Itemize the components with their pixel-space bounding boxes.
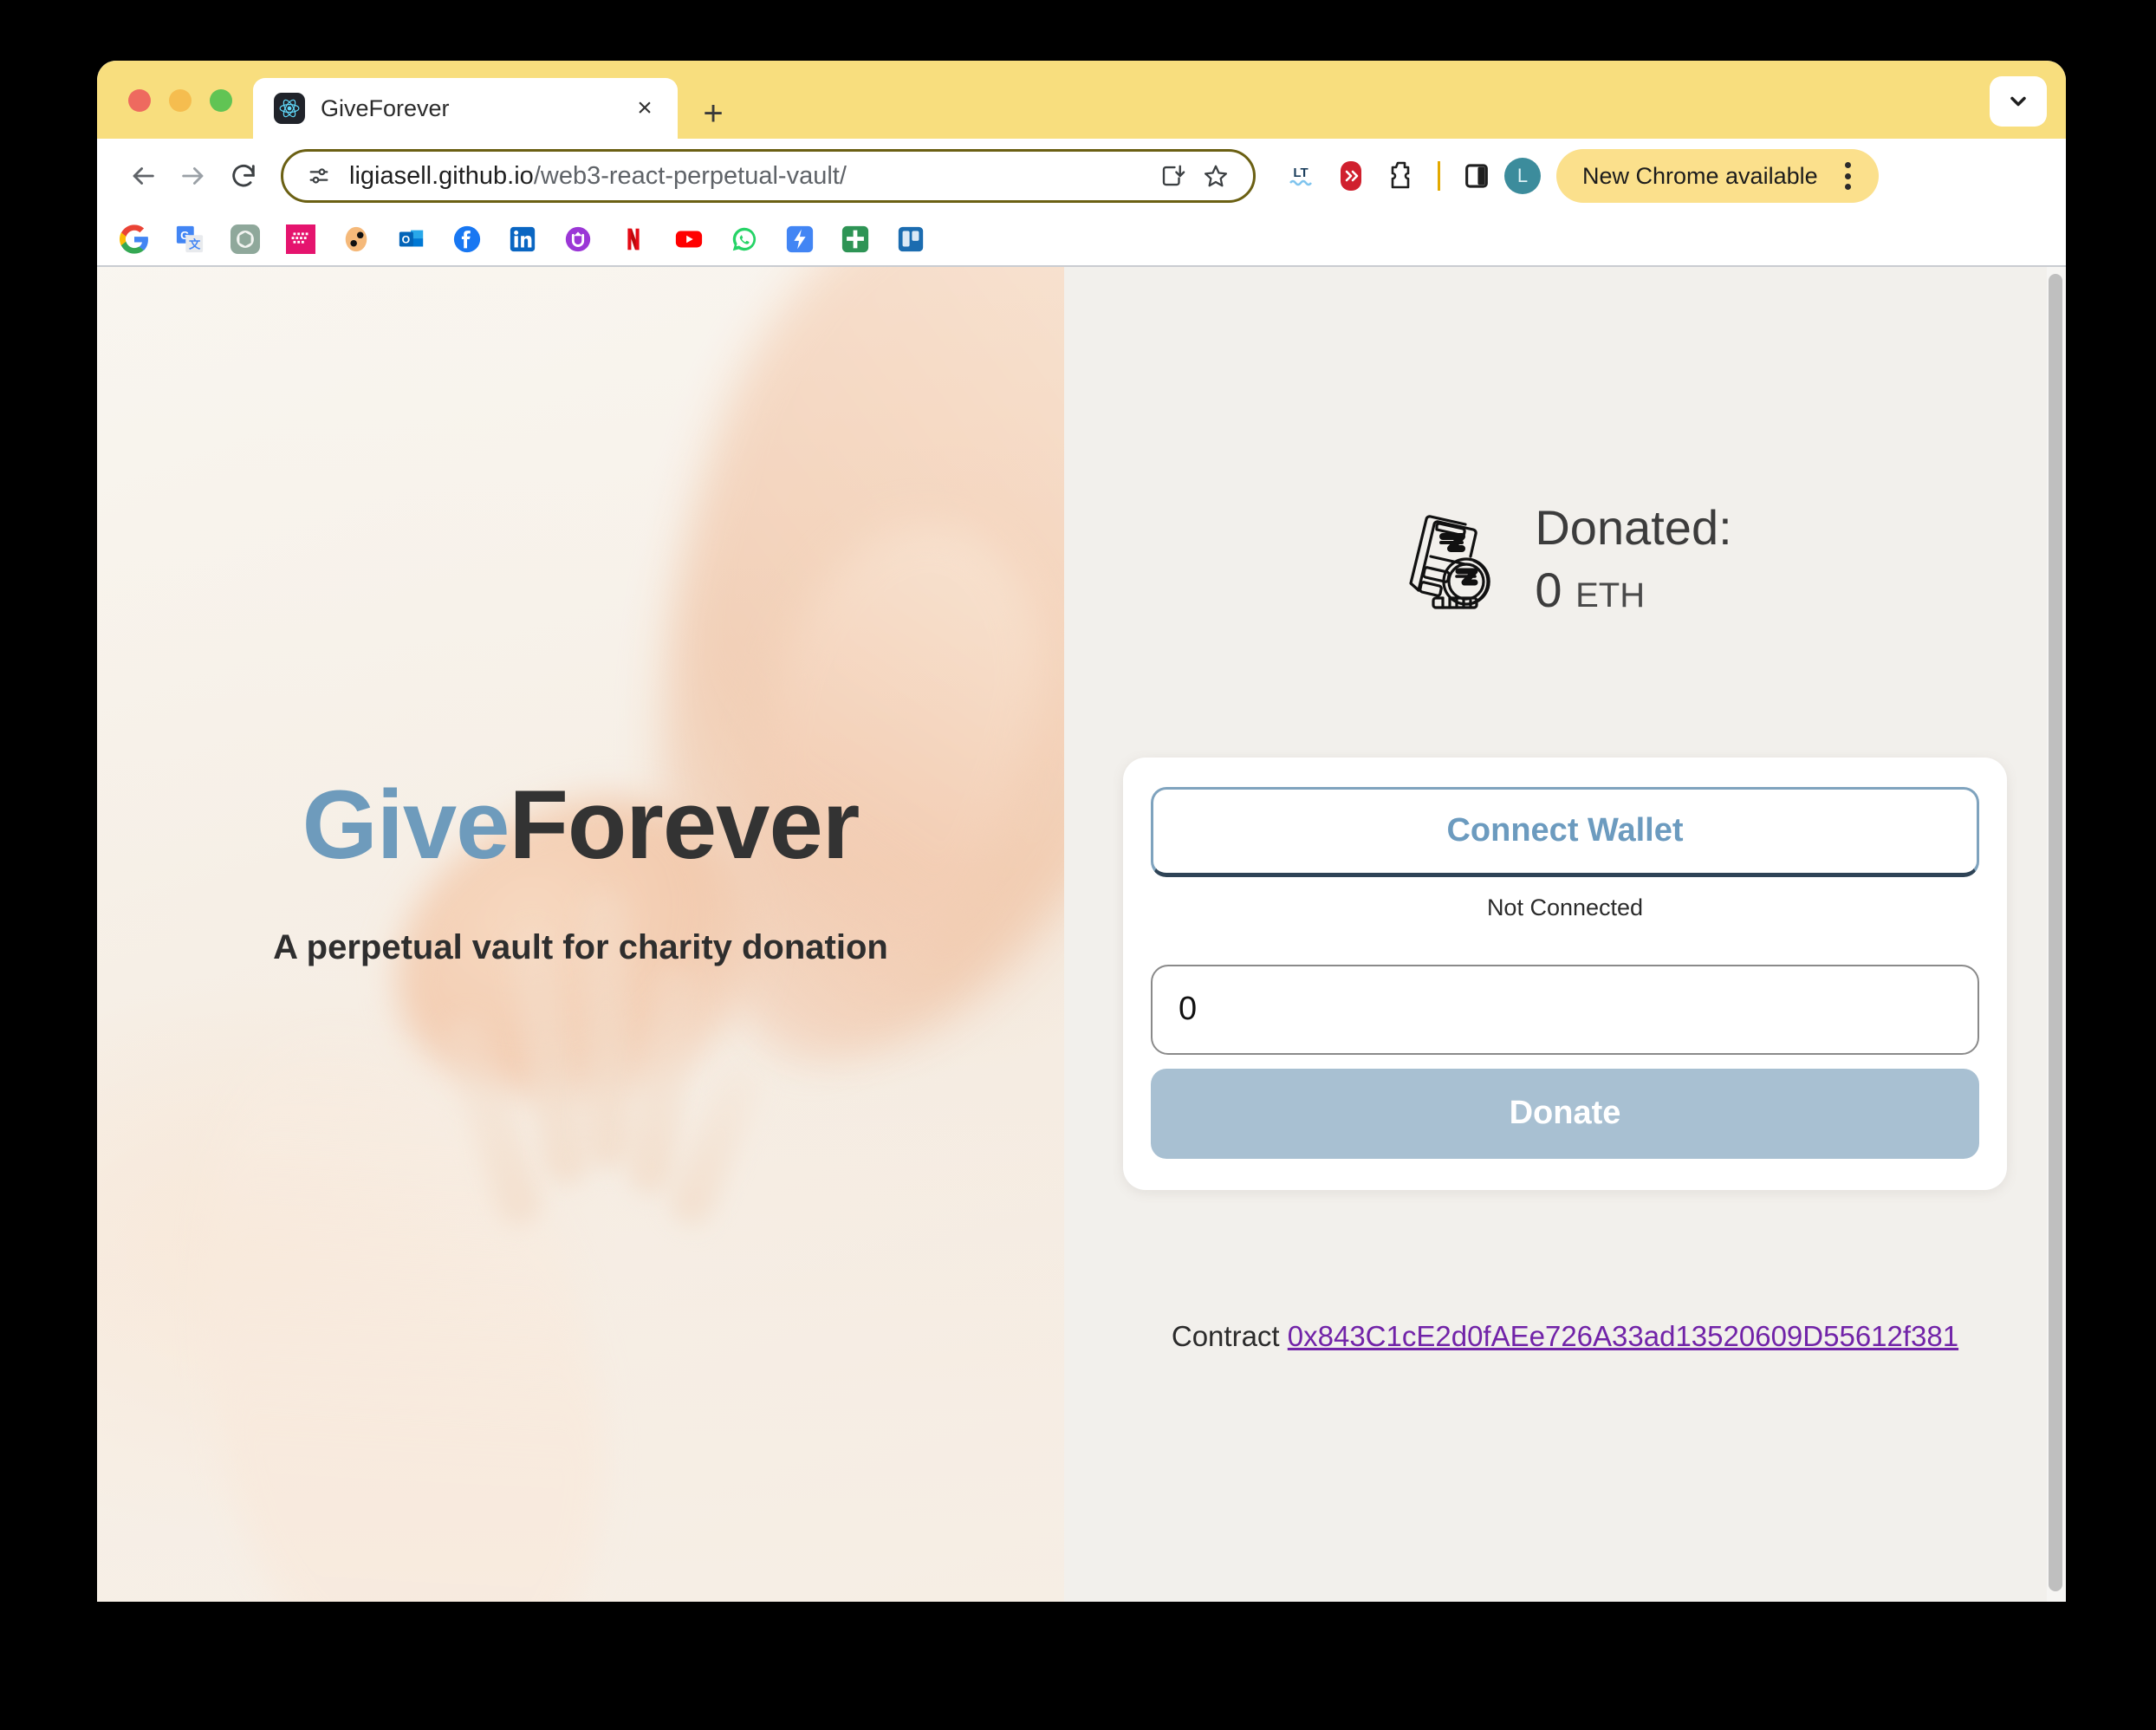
- url-text: ligiasell.github.io/web3-react-perpetual…: [349, 162, 1151, 191]
- brand-give: Give: [302, 771, 510, 879]
- orange-dots-bookmark[interactable]: [336, 219, 376, 259]
- bookmarks-bar: G 文 O: [97, 213, 2066, 267]
- donated-amount: 0 ETH: [1535, 561, 1731, 619]
- svg-text:LT: LT: [1293, 166, 1308, 180]
- blue-bolt-bookmark[interactable]: [780, 219, 820, 259]
- contract-address-link[interactable]: 0x843C1cE2d0fAEe726A33ad13520609D55612f3…: [1288, 1320, 1958, 1352]
- coin-stack-icon: [1398, 507, 1503, 613]
- page-tagline: A perpetual vault for charity donation: [273, 927, 888, 966]
- side-panel-icon[interactable]: [1454, 153, 1499, 198]
- contract-label: Contract: [1171, 1319, 1280, 1352]
- donated-summary: Donated: 0 ETH: [1398, 500, 1732, 619]
- donated-value: 0: [1535, 562, 1562, 617]
- trello-bookmark[interactable]: [891, 219, 931, 259]
- netflix-bookmark[interactable]: [614, 219, 653, 259]
- reload-icon[interactable]: [218, 151, 269, 201]
- address-bar[interactable]: ligiasell.github.io/web3-react-perpetual…: [281, 149, 1256, 203]
- new-tab-button[interactable]: +: [695, 95, 731, 132]
- pink-grid-bookmark[interactable]: [281, 219, 321, 259]
- kebab-menu-icon[interactable]: [1834, 159, 1863, 193]
- toolbar-divider: [1438, 161, 1440, 191]
- hero-text-block: GiveForever A perpetual vault for charit…: [97, 774, 1064, 967]
- url-path: /web3-react-perpetual-vault/: [533, 161, 847, 190]
- chrome-update-label: New Chrome available: [1582, 162, 1818, 189]
- brand-forever: Forever: [509, 771, 860, 879]
- url-domain: ligiasell.github.io: [349, 161, 534, 190]
- react-logo-icon: [274, 93, 305, 124]
- red-extension-icon[interactable]: [1328, 153, 1373, 198]
- browser-window: GiveForever × + ligiasell.github.io/web3…: [97, 61, 2066, 1602]
- tune-settings-icon[interactable]: [304, 161, 334, 191]
- page-scrollbar[interactable]: [2047, 267, 2066, 1602]
- green-sheets-bookmark[interactable]: [835, 219, 875, 259]
- donated-text-block: Donated: 0 ETH: [1535, 500, 1732, 619]
- puzzle-extension-icon[interactable]: [1379, 153, 1424, 198]
- wallet-status-text: Not Connected: [1486, 894, 1644, 920]
- purple-u-bookmark[interactable]: [558, 219, 598, 259]
- chatgpt-bookmark[interactable]: [225, 219, 265, 259]
- google-bookmark[interactable]: [114, 219, 154, 259]
- hero-section: GiveForever A perpetual vault for charit…: [97, 267, 1064, 1602]
- window-traffic-lights: [128, 89, 232, 112]
- page-content: GiveForever A perpetual vault for charit…: [97, 267, 2066, 1602]
- chevron-down-icon[interactable]: [1990, 76, 2047, 127]
- connect-wallet-button[interactable]: Connect Wallet: [1151, 786, 1979, 877]
- facebook-bookmark[interactable]: [447, 219, 487, 259]
- toolbar-extensions: LT L: [1278, 153, 1541, 198]
- donate-button[interactable]: Donate: [1151, 1068, 1979, 1159]
- donation-amount-input[interactable]: 0: [1151, 964, 1979, 1055]
- browser-tab-giveforever[interactable]: GiveForever ×: [253, 78, 678, 139]
- avatar[interactable]: L: [1504, 158, 1541, 194]
- maximize-window-button[interactable]: [210, 89, 232, 112]
- languagetool-icon[interactable]: LT: [1278, 153, 1323, 198]
- browser-toolbar: ligiasell.github.io/web3-react-perpetual…: [97, 139, 2066, 213]
- close-window-button[interactable]: [128, 89, 151, 112]
- donated-unit: ETH: [1575, 576, 1646, 615]
- arrow-left-icon[interactable]: [118, 151, 168, 201]
- svg-text:文: 文: [189, 237, 201, 250]
- whatsapp-bookmark[interactable]: [724, 219, 764, 259]
- scrollbar-thumb[interactable]: [2049, 274, 2062, 1591]
- youtube-bookmark[interactable]: [669, 219, 709, 259]
- donation-card: Connect Wallet Not Connected 0 Donate: [1123, 757, 2007, 1190]
- install-app-icon[interactable]: [1151, 154, 1194, 198]
- arrow-right-icon[interactable]: [168, 151, 218, 201]
- star-icon[interactable]: [1194, 154, 1237, 198]
- tab-title: GiveForever: [321, 94, 450, 121]
- donated-label: Donated:: [1535, 500, 1732, 555]
- google-translate-bookmark[interactable]: G 文: [170, 219, 210, 259]
- svg-text:O: O: [402, 234, 411, 246]
- minimize-window-button[interactable]: [169, 89, 192, 112]
- donation-panel: Donated: 0 ETH Connect Wallet Not Connec…: [1064, 267, 2066, 1602]
- outlook-bookmark[interactable]: O: [392, 219, 432, 259]
- close-icon[interactable]: ×: [629, 93, 660, 124]
- chrome-update-button[interactable]: New Chrome available: [1556, 149, 1879, 203]
- contract-row: Contract 0x843C1cE2d0fAEe726A33ad1352060…: [1172, 1320, 1958, 1353]
- page-title: GiveForever: [97, 774, 1064, 876]
- linkedin-bookmark[interactable]: [503, 219, 542, 259]
- tab-strip: GiveForever × +: [97, 61, 2066, 139]
